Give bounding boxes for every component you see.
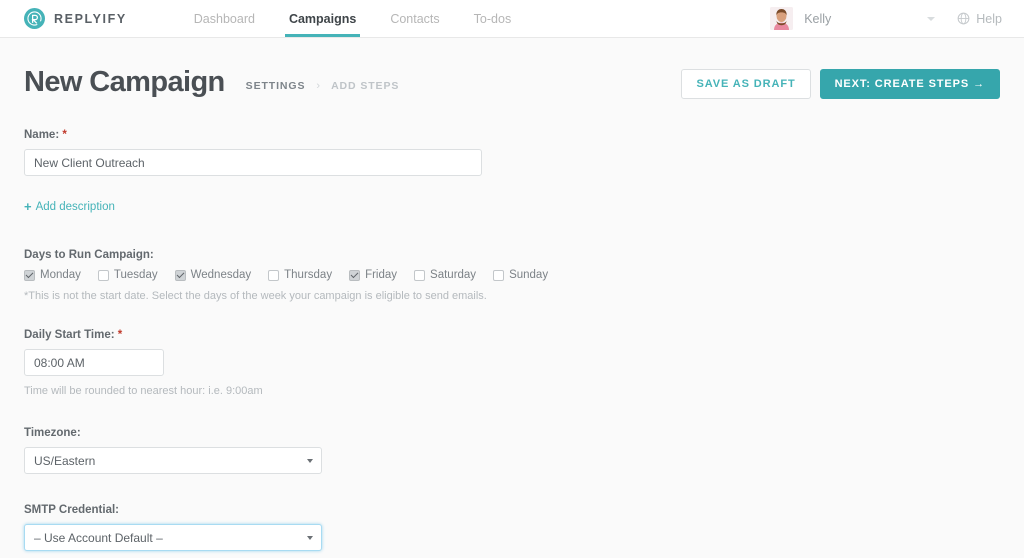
day-checkbox-tuesday[interactable]: Tuesday bbox=[97, 269, 158, 281]
smtp-label: SMTP Credential: bbox=[24, 504, 119, 516]
days-hint-text: *This is not the start date. Select the … bbox=[24, 290, 487, 302]
start-time-required-mark: * bbox=[117, 329, 123, 341]
start-time-hint-text: Time will be rounded to nearest hour: i.… bbox=[24, 385, 263, 397]
nav-item-campaigns[interactable]: Campaigns bbox=[272, 0, 373, 37]
breadcrumb-item-add-steps[interactable]: ADD STEPS bbox=[331, 80, 399, 92]
checkbox-icon-tuesday[interactable] bbox=[97, 269, 109, 281]
replyify-r-logo-icon bbox=[24, 8, 45, 29]
nav-item-contacts[interactable]: Contacts bbox=[373, 0, 456, 37]
checkbox-icon-saturday[interactable] bbox=[414, 269, 426, 281]
save-as-draft-button[interactable]: SAVE AS DRAFT bbox=[681, 69, 811, 99]
page-header: New Campaign SETTINGS › ADD STEPS SAVE A… bbox=[24, 38, 1000, 99]
day-label-thursday: Thursday bbox=[284, 269, 333, 281]
plus-icon: + bbox=[24, 199, 32, 214]
day-label-tuesday: Tuesday bbox=[113, 269, 158, 281]
nav-item-dashboard[interactable]: Dashboard bbox=[177, 0, 272, 37]
smtp-select-wrapper: – Use Account Default – bbox=[24, 524, 322, 551]
start-time-label-text: Daily Start Time: bbox=[24, 329, 115, 341]
name-label: Name: * bbox=[24, 129, 1000, 141]
day-label-friday: Friday bbox=[365, 269, 398, 281]
breadcrumb: SETTINGS › ADD STEPS bbox=[246, 73, 400, 92]
avatar[interactable] bbox=[770, 7, 794, 30]
nav-item-todos[interactable]: To-dos bbox=[457, 0, 529, 37]
timezone-label: Timezone: bbox=[24, 427, 81, 439]
day-checkbox-thursday[interactable]: Thursday bbox=[268, 269, 332, 281]
day-checkbox-monday[interactable]: Monday bbox=[24, 269, 81, 281]
day-checkbox-wednesday[interactable]: Wednesday bbox=[174, 269, 252, 281]
day-label-monday: Monday bbox=[40, 269, 81, 281]
name-label-text: Name: bbox=[24, 129, 60, 141]
daily-start-time-input[interactable] bbox=[24, 349, 164, 376]
globe-help-icon bbox=[957, 12, 970, 25]
main-nav: Dashboard Campaigns Contacts To-dos bbox=[177, 0, 528, 37]
checkbox-icon-sunday[interactable] bbox=[493, 269, 505, 281]
days-to-run-group: Days to Run Campaign: Monday Tuesday Wed… bbox=[24, 249, 1000, 302]
checkbox-icon-wednesday[interactable] bbox=[174, 269, 186, 281]
day-checkbox-saturday[interactable]: Saturday bbox=[414, 269, 476, 281]
help-label: Help bbox=[976, 11, 1002, 26]
brand-logo[interactable]: REPLYIFY bbox=[24, 8, 127, 29]
day-checkbox-friday[interactable]: Friday bbox=[349, 269, 397, 281]
next-create-steps-button[interactable]: NEXT: CREATE STEPS → bbox=[819, 69, 1000, 99]
checkbox-icon-friday[interactable] bbox=[349, 269, 361, 281]
smtp-credential-group: SMTP Credential: – Use Account Default – bbox=[24, 504, 1000, 551]
smtp-selected-value: – Use Account Default – bbox=[34, 530, 163, 545]
checkbox-icon-monday[interactable] bbox=[24, 269, 35, 281]
timezone-selected-value: US/Eastern bbox=[34, 453, 96, 468]
chevron-down-icon bbox=[927, 16, 936, 21]
start-time-label: Daily Start Time: * bbox=[24, 329, 1000, 341]
campaign-settings-form: Name: * + Add description Days to Run Ca… bbox=[24, 99, 1000, 551]
days-label: Days to Run Campaign: bbox=[24, 249, 154, 261]
day-label-saturday: Saturday bbox=[430, 269, 477, 281]
add-description-label: Add description bbox=[35, 200, 115, 213]
name-required-mark: * bbox=[62, 129, 67, 141]
page-body: New Campaign SETTINGS › ADD STEPS SAVE A… bbox=[0, 38, 1024, 551]
day-checkbox-sunday[interactable]: Sunday bbox=[493, 269, 548, 281]
checkbox-icon-thursday[interactable] bbox=[268, 269, 280, 281]
name-field-group: Name: * bbox=[24, 129, 1000, 176]
daily-start-time-group: Daily Start Time: * Time will be rounded… bbox=[24, 329, 1000, 397]
breadcrumb-separator-icon: › bbox=[316, 79, 321, 92]
brand-name: REPLYIFY bbox=[54, 11, 127, 26]
user-menu-button[interactable] bbox=[831, 16, 941, 21]
top-right-controls: Kelly Help bbox=[770, 7, 1002, 30]
campaign-name-input[interactable] bbox=[24, 149, 482, 176]
day-label-wednesday: Wednesday bbox=[190, 269, 252, 281]
page-title: New Campaign bbox=[24, 65, 225, 98]
help-link[interactable]: Help bbox=[957, 12, 1002, 26]
timezone-select[interactable]: US/Eastern bbox=[24, 447, 322, 474]
breadcrumb-item-settings[interactable]: SETTINGS bbox=[246, 80, 306, 92]
page-actions: SAVE AS DRAFT NEXT: CREATE STEPS → bbox=[681, 65, 1000, 99]
smtp-credential-select[interactable]: – Use Account Default – bbox=[24, 524, 322, 551]
top-navigation-bar: REPLYIFY Dashboard Campaigns Contacts To… bbox=[0, 0, 1024, 38]
timezone-group: Timezone: US/Eastern bbox=[24, 427, 1000, 474]
days-checkbox-row: Monday Tuesday Wednesday Thursday Friday bbox=[24, 269, 1000, 281]
timezone-select-wrapper: US/Eastern bbox=[24, 447, 322, 474]
add-description-link[interactable]: + Add description bbox=[24, 200, 115, 213]
day-label-sunday: Sunday bbox=[509, 269, 549, 281]
user-name: Kelly bbox=[804, 11, 832, 26]
